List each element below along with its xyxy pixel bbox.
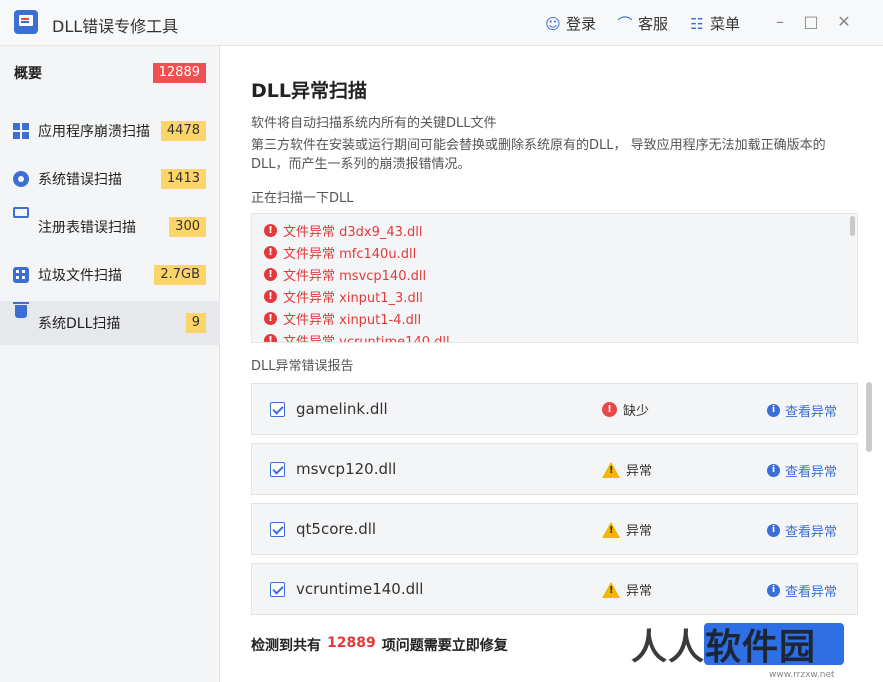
- row-checkbox[interactable]: [270, 522, 285, 537]
- count-badge: 1413: [160, 169, 206, 189]
- scan-log-item: ! 文件异常 msvcp140.dll: [264, 264, 426, 284]
- missing-icon: !: [602, 402, 617, 417]
- error-icon: !: [264, 223, 277, 237]
- error-icon: !: [264, 333, 277, 342]
- grid-icon: ☷: [690, 14, 704, 33]
- dll-status: ! 缺少: [602, 400, 649, 419]
- sidebar-item-label: 概要: [14, 66, 42, 82]
- dll-status: ! 异常: [602, 460, 652, 479]
- minimize-button[interactable]: –: [768, 10, 792, 34]
- issue-count: 12889: [327, 635, 376, 651]
- user-icon: ☺: [545, 14, 561, 33]
- issue-summary: 检测到共有 12889 项问题需要立即修复: [251, 635, 508, 654]
- title-bar: DLL错误专修工具 ☺ 登录 ⌒ 客服 ☷ 菜单 – □ ✕: [0, 0, 883, 46]
- report-row: vcruntime140.dll ! 异常 i 查看异常: [251, 563, 858, 615]
- count-badge: 12889: [152, 63, 206, 83]
- login-label: 登录: [566, 15, 597, 33]
- sidebar-item-label: 系统错误扫描: [38, 172, 122, 188]
- windows-grid-icon: [13, 123, 29, 139]
- sidebar-item-system-error-scan[interactable]: 系统错误扫描 1413: [0, 157, 220, 201]
- dll-file-name: qt5core.dll: [296, 520, 377, 538]
- close-button[interactable]: ✕: [832, 10, 856, 34]
- watermark-url: www.rrzxw.net: [769, 670, 835, 680]
- scan-log-item: ! 文件异常 xinput1_3.dll: [264, 286, 423, 306]
- row-checkbox[interactable]: [270, 462, 285, 477]
- info-icon: i: [766, 404, 780, 417]
- watermark: 人人软件园: [631, 627, 817, 668]
- error-icon: !: [264, 289, 277, 303]
- report-row: qt5core.dll ! 异常 i 查看异常: [251, 503, 858, 555]
- report-scrollbar[interactable]: [866, 382, 872, 452]
- dll-file-name: gamelink.dll: [296, 400, 388, 418]
- scan-section-label: 正在扫描一下DLL: [251, 191, 354, 206]
- warning-icon: !: [602, 461, 620, 478]
- service-label: 客服: [638, 15, 669, 33]
- error-icon: !: [264, 311, 277, 325]
- warning-icon: !: [602, 521, 620, 538]
- view-exception-link[interactable]: i 查看异常: [766, 521, 837, 540]
- sidebar-item-registry-scan[interactable]: 注册表错误扫描 300: [0, 205, 220, 249]
- row-checkbox[interactable]: [270, 582, 285, 597]
- login-button[interactable]: ☺ 登录: [545, 13, 596, 34]
- sidebar-item-junk-file-scan[interactable]: 垃圾文件扫描 2.7GB: [0, 253, 220, 297]
- sidebar-item-overview[interactable]: 概要 12889: [0, 51, 220, 95]
- app-logo-icon: [14, 10, 38, 34]
- dll-status: ! 异常: [602, 520, 652, 539]
- count-badge: 300: [169, 217, 206, 237]
- dll-file-name: msvcp120.dll: [296, 460, 397, 478]
- menu-label: 菜单: [710, 15, 741, 33]
- dll-file-name: vcruntime140.dll: [296, 580, 424, 598]
- scan-log-item: ! 文件异常 vcruntime140.dll: [264, 330, 450, 342]
- gear-icon: [13, 171, 29, 187]
- app-title: DLL错误专修工具: [52, 17, 179, 36]
- report-section-label: DLL异常错误报告: [251, 359, 354, 374]
- main-panel: DLL异常扫描 软件将自动扫描系统内所有的关键DLL文件 第三方软件在安装或运行…: [221, 46, 883, 682]
- count-badge: 9: [185, 313, 206, 333]
- scan-log-item: ! 文件异常 xinput1-4.dll: [264, 308, 421, 328]
- scan-log-item: ! 文件异常 mfc140u.dll: [264, 242, 416, 262]
- sidebar-item-label: 应用程序崩溃扫描: [38, 124, 150, 140]
- info-icon: i: [766, 524, 780, 537]
- scan-log-item: ! 文件异常 d3dx9_43.dll: [264, 220, 423, 240]
- sidebar: 概要 12889 应用程序崩溃扫描 4478 系统错误扫描 1413 注册表错误…: [0, 46, 220, 682]
- info-icon: i: [766, 584, 780, 597]
- trash-icon: [13, 302, 29, 318]
- warning-icon: !: [602, 581, 620, 598]
- sidebar-item-label: 系统DLL扫描: [38, 316, 121, 332]
- count-badge: 4478: [160, 121, 206, 141]
- headset-icon: ⌒: [617, 15, 633, 33]
- error-icon: !: [264, 267, 277, 281]
- sidebar-item-system-dll-scan[interactable]: 系统DLL扫描 9: [0, 301, 220, 345]
- scan-log[interactable]: ! 文件异常 d3dx9_43.dll ! 文件异常 mfc140u.dll !…: [251, 213, 858, 343]
- page-title: DLL异常扫描: [251, 80, 367, 102]
- report-row: gamelink.dll ! 缺少 i 查看异常: [251, 383, 858, 435]
- description-line-1: 软件将自动扫描系统内所有的关键DLL文件: [251, 116, 497, 131]
- row-checkbox[interactable]: [270, 402, 285, 417]
- view-exception-link[interactable]: i 查看异常: [766, 461, 837, 480]
- menu-button[interactable]: ☷ 菜单: [689, 13, 740, 34]
- maximize-button[interactable]: □: [799, 10, 823, 34]
- junk-files-icon: [13, 267, 29, 283]
- info-icon: i: [766, 464, 780, 477]
- size-badge: 2.7GB: [154, 265, 206, 285]
- description-line-2: 第三方软件在安装或运行期间可能会替换或删除系统原有的DLL， 导致应用程序无法加…: [251, 138, 826, 172]
- view-exception-link[interactable]: i 查看异常: [766, 581, 837, 600]
- scan-log-scrollbar[interactable]: [850, 216, 855, 236]
- registry-icon: [13, 207, 29, 218]
- sidebar-item-app-crash-scan[interactable]: 应用程序崩溃扫描 4478: [0, 109, 220, 153]
- dll-status: ! 异常: [602, 580, 652, 599]
- view-exception-link[interactable]: i 查看异常: [766, 401, 837, 420]
- sidebar-item-label: 注册表错误扫描: [38, 220, 136, 236]
- error-icon: !: [264, 245, 277, 259]
- report-row: msvcp120.dll ! 异常 i 查看异常: [251, 443, 858, 495]
- sidebar-item-label: 垃圾文件扫描: [38, 268, 122, 284]
- service-button[interactable]: ⌒ 客服: [617, 13, 668, 34]
